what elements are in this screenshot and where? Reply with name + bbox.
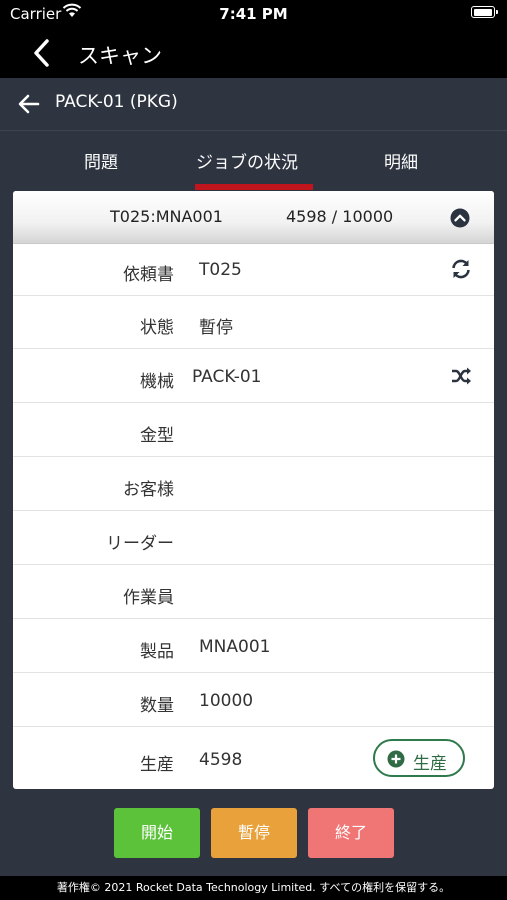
plus-circle-icon [387,750,405,768]
sub-header-title: PACK-01 (PKG) [55,92,178,112]
end-button[interactable]: 終了 [308,808,394,858]
field-leader: リーダー [13,512,494,565]
active-tab-indicator [195,184,313,190]
chevron-up-circle-icon[interactable] [450,208,470,228]
tab-bar: 問題 ジョブの状況 明細 [0,131,507,191]
action-buttons: 開始 暫停 終了 [0,808,507,858]
field-label: 作業員 [123,588,174,608]
add-production-label: 生産 [413,754,447,774]
field-machine: 機械 PACK-01 [13,350,494,403]
arrow-left-icon[interactable] [18,93,40,115]
field-label: 状態 [140,318,174,338]
field-label: 数量 [140,696,174,716]
field-customer: お客様 [13,458,494,511]
copyright-footer: 著作権© 2021 Rocket Data Technology Limited… [0,876,507,900]
field-label: 金型 [140,426,174,446]
job-header[interactable]: T025:MNA001 4598 / 10000 [13,191,494,244]
job-status-card: T025:MNA001 4598 / 10000 依頼書 T025 状態 暫停 … [13,191,494,789]
job-progress: 4598 / 10000 [286,207,394,226]
field-worker: 作業員 [13,566,494,619]
field-label: 機械 [140,372,174,392]
tab-job-status[interactable]: ジョブの状況 [196,148,298,173]
field-quantity: 数量 10000 [13,674,494,727]
field-value: T025 [199,260,242,280]
pause-button[interactable]: 暫停 [211,808,297,858]
add-production-button[interactable]: 生産 [373,739,465,777]
field-value: 10000 [199,691,254,711]
field-value: MNA001 [199,637,271,657]
field-value: PACK-01 [192,367,262,387]
chevron-left-icon[interactable] [30,38,54,68]
navigation-bar: スキャン [0,28,507,78]
refresh-icon[interactable] [450,258,472,280]
tab-issues[interactable]: 問題 [84,148,118,173]
field-label: 製品 [140,642,174,662]
field-label: 依頼書 [123,265,174,285]
nav-title: スキャン [78,44,162,68]
start-button[interactable]: 開始 [114,808,200,858]
field-order: 依頼書 T025 [13,243,494,296]
sub-header: PACK-01 (PKG) [0,78,507,131]
job-code: T025:MNA001 [110,207,223,226]
field-product: 製品 MNA001 [13,620,494,673]
shuffle-icon[interactable] [450,365,472,387]
field-value: 4598 [199,750,243,770]
status-bar: Carrier 7:41 PM [0,0,507,28]
field-status: 状態 暫停 [13,296,494,349]
field-value: 暫停 [199,318,233,338]
field-label: リーダー [106,534,174,554]
field-label: お客様 [123,480,174,500]
tab-details[interactable]: 明細 [384,148,418,173]
clock: 7:41 PM [219,5,288,23]
battery-icon [471,6,498,18]
field-mold: 金型 [13,404,494,457]
field-label: 生産 [140,755,174,775]
